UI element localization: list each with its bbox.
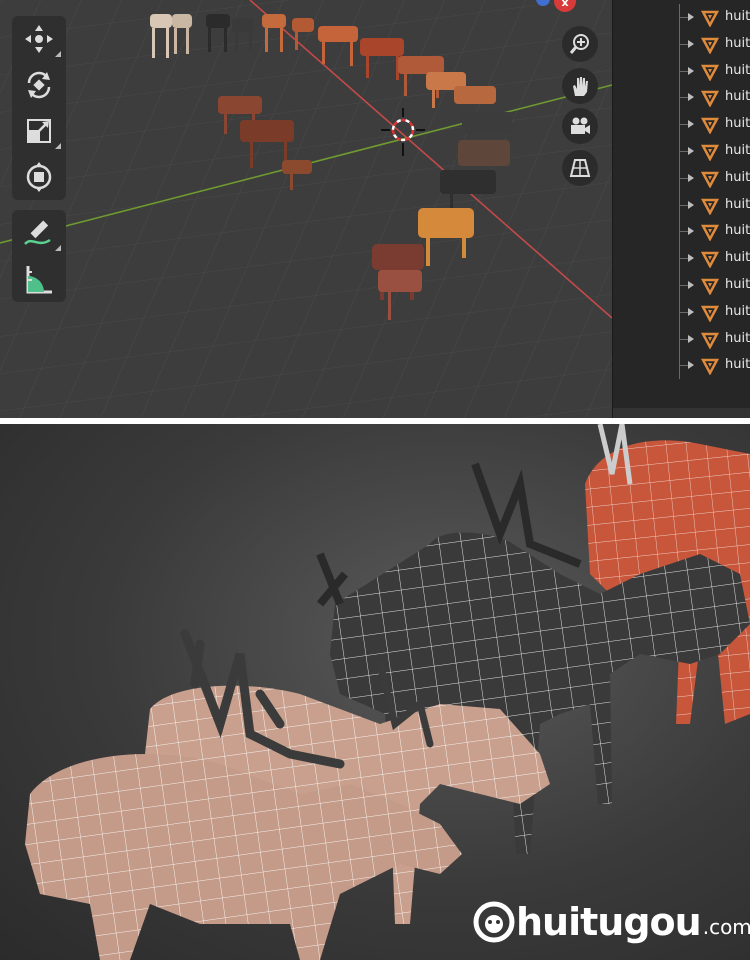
mesh-object-icon: [701, 10, 719, 27]
outliner-item[interactable]: huit: [613, 298, 750, 326]
mesh-object-icon: [701, 305, 719, 322]
watermark-brand: huitugou: [516, 900, 702, 944]
outliner-item-label: huit: [725, 223, 750, 239]
deer-wireframe-scene: [25, 424, 750, 960]
outliner-footer: [613, 408, 750, 418]
outliner-item-label: huit: [725, 330, 750, 346]
rotate-tool-button[interactable]: [12, 62, 66, 108]
mesh-object-icon: [701, 171, 719, 188]
outliner-item-label: huit: [725, 169, 750, 185]
pencil-annotate-icon: [24, 220, 51, 245]
mesh-object-icon: [701, 225, 719, 242]
expand-arrow-icon[interactable]: [688, 281, 694, 289]
outliner-item[interactable]: huit: [613, 191, 750, 219]
expand-arrow-icon[interactable]: [688, 334, 694, 343]
hand-pan-icon: [573, 77, 588, 96]
mesh-object-icon: [701, 278, 719, 295]
outliner-item[interactable]: huit: [613, 30, 750, 58]
outliner-item[interactable]: huit: [613, 245, 750, 273]
move-tool-button[interactable]: [12, 16, 66, 62]
expand-arrow-icon[interactable]: [688, 93, 694, 102]
watermark-suffix: .com: [702, 915, 750, 939]
ruler-measure-icon: [26, 266, 52, 294]
expand-arrow-icon[interactable]: [688, 307, 694, 316]
transform-icon: [26, 162, 52, 192]
outliner-item[interactable]: huit: [613, 218, 750, 246]
annotate-toolbar: [12, 210, 66, 302]
expand-arrow-icon[interactable]: [688, 147, 694, 155]
outliner-item[interactable]: huit: [613, 4, 750, 31]
mesh-object-icon: [701, 37, 719, 54]
scale-icon: [27, 119, 51, 143]
rotate-icon: [27, 71, 51, 99]
outliner-item-label: huit: [725, 143, 750, 158]
expand-arrow-icon[interactable]: [688, 227, 694, 236]
outliner-item-label: huit: [725, 9, 750, 24]
mesh-object-icon: [701, 117, 719, 135]
outliner-item-label: huit: [725, 196, 750, 212]
outliner-item[interactable]: huit: [613, 111, 750, 139]
expand-arrow-icon[interactable]: [688, 254, 694, 263]
mesh-object-icon: [701, 251, 719, 269]
mesh-object-icon: [701, 91, 719, 108]
outliner-item[interactable]: huit: [613, 138, 750, 165]
expand-arrow-icon[interactable]: [688, 66, 694, 75]
outliner-item-label: huit: [725, 277, 750, 292]
outliner-item[interactable]: huit: [613, 57, 750, 85]
outliner-item-label: huit: [725, 89, 750, 105]
mesh-object-icon: [701, 64, 719, 81]
watermark-logo: huitugou .com: [472, 900, 750, 944]
transform-tool-button[interactable]: [12, 154, 66, 200]
outliner-panel: huit huit huit huit huit huit huit huit huit huit…: [612, 0, 750, 418]
wireframe-render: [0, 424, 750, 960]
outliner-item-label: huit: [725, 303, 750, 319]
camera-view-button[interactable]: [562, 108, 598, 144]
outliner-item-label: huit: [725, 116, 750, 132]
zoom-icon: [569, 34, 589, 54]
expand-arrow-icon[interactable]: [688, 173, 694, 182]
transform-toolbar: [12, 16, 66, 200]
annotate-tool-button[interactable]: [12, 210, 66, 256]
scale-tool-button[interactable]: [12, 108, 66, 154]
outliner-item[interactable]: huit: [613, 325, 750, 353]
outliner-item-label: huit: [725, 35, 750, 51]
expand-arrow-icon[interactable]: [688, 39, 694, 48]
expand-arrow-icon[interactable]: [688, 13, 694, 21]
outliner-item-label: huit: [725, 62, 750, 78]
expand-arrow-icon[interactable]: [688, 361, 694, 370]
3d-viewport[interactable]: x huit huit huit huit huit huit huit hui…: [0, 0, 750, 418]
outliner-item[interactable]: huit: [613, 272, 750, 299]
mesh-object-icon: [701, 198, 719, 215]
mesh-object-icon: [701, 332, 719, 349]
huitugou-logo-icon: [473, 901, 515, 943]
ortho-toggle-button[interactable]: [562, 150, 598, 186]
mesh-object-icon: [701, 359, 719, 376]
outliner-item-label: huit: [725, 250, 750, 266]
mesh-object-icon: [701, 144, 719, 161]
move-arrows-icon: [25, 25, 53, 53]
camera-icon: [571, 117, 590, 134]
pan-button[interactable]: [562, 68, 598, 104]
expand-arrow-icon[interactable]: [688, 200, 694, 209]
outliner-item[interactable]: huit: [613, 164, 750, 192]
measure-tool-button[interactable]: [12, 256, 66, 302]
zoom-button[interactable]: [562, 26, 598, 62]
grid-ortho-icon: [569, 159, 591, 177]
outliner-item[interactable]: huit: [613, 84, 750, 112]
expand-arrow-icon[interactable]: [688, 120, 694, 129]
outliner-item[interactable]: huit: [613, 352, 750, 380]
outliner-item-label: huit: [725, 357, 750, 373]
